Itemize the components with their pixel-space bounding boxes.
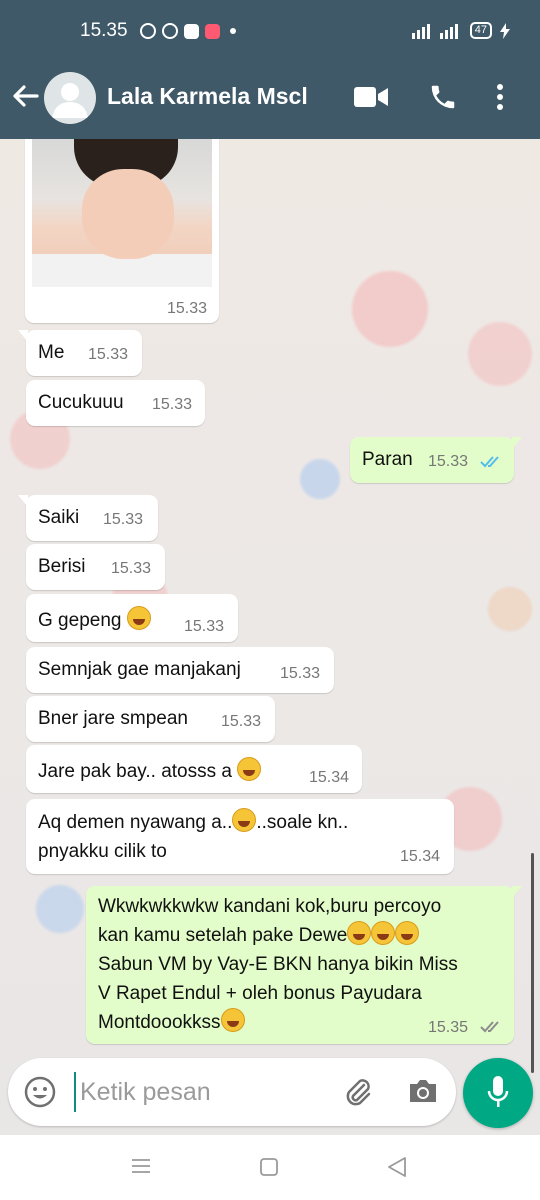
message-time: 15.35 (428, 1019, 469, 1036)
emoji-icon[interactable] (24, 1076, 56, 1108)
recent-apps-icon[interactable] (131, 1158, 151, 1174)
message-text: G gepeng (38, 610, 122, 631)
rofl-emoji-icon (395, 921, 420, 945)
message-composer (8, 1058, 456, 1126)
rofl-emoji-icon (347, 921, 372, 945)
message-time: 15.33 (428, 453, 469, 470)
hand-over-mouth-emoji-icon (232, 808, 257, 832)
back-icon[interactable] (386, 1156, 408, 1178)
battery-icon: 47 (469, 22, 492, 39)
message-text-line: V Rapet Endul + oleh bonus Payudara (98, 983, 422, 1004)
message-text-line: Montdoookkss (98, 1012, 221, 1033)
incoming-message[interactable]: Semnjak gae manjakanj 15.33 (26, 647, 334, 693)
rofl-emoji-icon (220, 1008, 245, 1032)
message-text-line: pnyakku cilik to (38, 841, 167, 862)
incoming-message[interactable]: Jare pak bay.. atosss a 15.34 (26, 745, 362, 793)
charging-icon (500, 22, 510, 39)
message-text: Bner jare smpean (38, 708, 188, 729)
message-text: Semnjak gae manjakanj (38, 659, 241, 680)
outgoing-message[interactable]: Wkwkwkkwkw kandani kok,buru percoyo kan … (86, 886, 522, 1044)
system-navigation-bar (0, 1135, 540, 1200)
message-time: 15.33 (166, 300, 207, 317)
message-text: Paran (362, 449, 413, 470)
more-notifications-dot (230, 28, 236, 34)
video-call-icon[interactable] (354, 85, 388, 109)
hand-over-mouth-emoji-icon (126, 606, 151, 630)
chat-area[interactable]: 15.33 Me 15.33 Cucukuuu 15.33 Paran 15.3… (0, 139, 540, 1135)
message-text-line: Sabun VM by Vay-E BKN hanya bikin Miss (98, 954, 458, 975)
message-text: Jare pak bay.. atosss a (38, 761, 232, 782)
laughing-emoji-icon (237, 757, 262, 781)
incoming-message[interactable]: Berisi 15.33 (26, 544, 165, 590)
read-ticks-icon (480, 456, 499, 468)
incoming-message[interactable]: Cucukuuu 15.33 (26, 380, 205, 426)
microphone-icon (487, 1076, 509, 1107)
message-time: 15.33 (184, 618, 225, 635)
scrollbar[interactable] (531, 853, 534, 1073)
message-text: Me (38, 342, 65, 363)
home-icon[interactable] (260, 1158, 278, 1176)
status-bar: 15.35 47 (0, 0, 540, 56)
message-time: 15.33 (88, 346, 129, 363)
avatar[interactable] (44, 72, 96, 124)
default-avatar-icon (52, 83, 88, 118)
message-text: Berisi (38, 556, 86, 577)
message-time: 15.34 (400, 848, 441, 865)
message-text-line: Wkwkwkkwkw kandani kok,buru percoyo (98, 896, 442, 917)
incoming-message[interactable]: Saiki 15.33 (18, 495, 158, 541)
signal-icon (411, 23, 458, 39)
notification-icons (140, 23, 236, 39)
message-time: 15.33 (103, 511, 144, 528)
incoming-message[interactable]: Me 15.33 (18, 330, 142, 376)
message-text-line: Aq demen nyawang a.. (38, 812, 233, 833)
image-message[interactable]: 15.33 (25, 139, 219, 323)
message-text-line: ..soale kn.. (256, 812, 349, 833)
incoming-message[interactable]: G gepeng 15.33 (26, 594, 238, 642)
more-vertical-icon[interactable] (496, 83, 504, 111)
chat-header: Lala Karmela Mscl (0, 56, 540, 139)
message-time: 15.33 (152, 396, 193, 413)
image-attachment[interactable] (32, 139, 212, 287)
incoming-message[interactable]: Aq demen nyawang a.. ..soale kn.. pnyakku… (26, 799, 454, 874)
notification-b-icon (140, 23, 156, 39)
paperclip-icon[interactable] (342, 1076, 374, 1108)
message-text-line: kan kamu setelah pake Dewe (98, 925, 348, 946)
message-time: 15.33 (221, 713, 262, 730)
message-time: 15.33 (111, 560, 152, 577)
message-text: Cucukuuu (38, 392, 124, 413)
rofl-emoji-icon (371, 921, 396, 945)
messenger-icon (162, 23, 178, 39)
message-input[interactable] (74, 1072, 324, 1112)
status-time: 15.35 (80, 20, 128, 41)
message-time: 15.34 (309, 769, 350, 786)
system-icons: 47 (410, 22, 510, 39)
delivered-ticks-icon (480, 1021, 499, 1033)
microphone-button[interactable] (463, 1058, 533, 1128)
app-notification-icon-2 (205, 23, 220, 39)
phone-icon[interactable] (428, 82, 458, 112)
outgoing-message[interactable]: Paran 15.33 (350, 437, 522, 483)
message-text: Saiki (38, 507, 80, 528)
contact-name[interactable]: Lala Karmela Mscl (107, 83, 308, 110)
camera-icon[interactable] (407, 1077, 439, 1105)
incoming-message[interactable]: Bner jare smpean 15.33 (26, 696, 275, 742)
back-arrow-icon[interactable] (10, 80, 40, 112)
message-time: 15.33 (280, 665, 321, 682)
app-notification-icon (184, 23, 199, 39)
